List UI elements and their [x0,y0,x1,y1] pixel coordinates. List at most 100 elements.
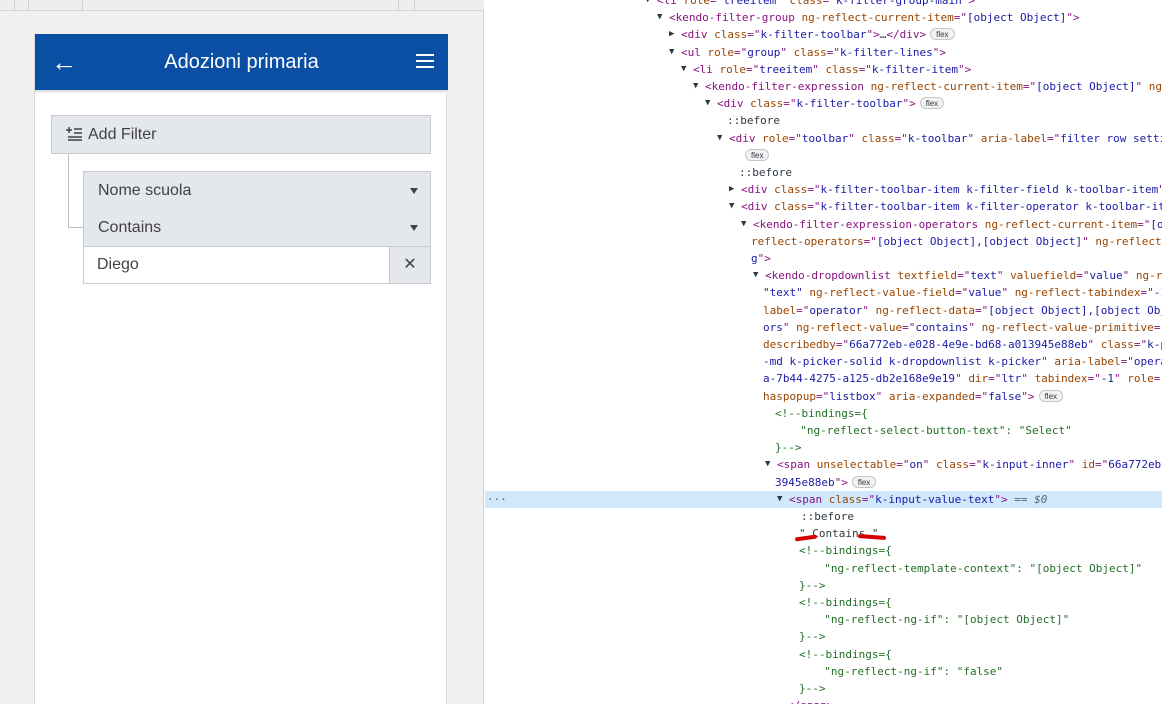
dom-node-line[interactable]: ors" ng-reflect-value="contains" ng-refl… [485,319,1162,336]
dom-node-line[interactable]: ▼ <kendo-dropdownlist textfield="text" va… [485,267,1162,284]
dom-node-line[interactable]: ▼ <span unselectable="on" class="k-input-… [485,456,1162,473]
dom-node-line[interactable]: 3945e88eb"> flex [485,474,1162,491]
dom-node-line[interactable]: a-7b44-4275-a125-db2e168e9e19" dir="ltr"… [485,370,1162,387]
dom-node-text: "ng-reflect-template-context": "[object … [811,562,1143,575]
dom-node-line[interactable]: "text" ng-reflect-value-field="value" ng… [485,284,1162,301]
dom-node-text: <!--bindings={ [799,648,892,661]
dom-node-selected[interactable]: ··· ▼ <span class="k-input-value-text"> ==… [485,491,1162,508]
dom-node-line[interactable]: g"> [485,250,1162,267]
dom-node-text: <li role="treeitem" class="k-filter-grou… [657,0,975,7]
dom-node-line[interactable]: flex [485,147,1162,164]
back-arrow-icon[interactable]: ← [51,48,77,76]
expand-triangle-icon[interactable]: ▼ [765,456,775,473]
strip-divider [398,0,399,11]
dom-node-line[interactable]: <!--bindings={ [485,542,1162,559]
collapse-triangle-icon[interactable]: ▶ [669,26,679,43]
operator-dropdown-value: Contains [98,219,162,236]
flex-badge[interactable]: flex [919,97,945,109]
dom-node-line[interactable]: describedby="66a772eb-e028-4e9e-bd68-a01… [485,336,1162,353]
dom-node-line[interactable]: "ng-reflect-select-button-text": "Select… [485,422,1162,439]
dom-node-line[interactable]: haspopup="listbox" aria-expanded="false"… [485,388,1162,405]
dom-node-line[interactable]: " Contains " [485,525,1162,542]
dom-node-line[interactable]: <!--bindings={ [485,405,1162,422]
dom-node-text: flex [741,147,770,164]
operator-dropdown[interactable]: Contains [83,209,431,247]
dom-node-line[interactable]: ::before [485,112,1162,129]
tree-connector [68,227,84,228]
dom-node-line[interactable]: label="operator" ng-reflect-data="[objec… [485,302,1162,319]
dom-node-line[interactable]: }--> [485,577,1162,594]
dom-node-text: <span class="k-input-value-text"> == $0 [789,493,1048,506]
dom-node-text: <!--bindings={ [775,407,868,420]
dom-node-line[interactable]: </span> [485,697,1162,704]
dom-node-line[interactable]: -md k-picker-solid k-dropdownlist k-pick… [485,353,1162,370]
dom-node-line[interactable]: ▼ <div class="k-filter-toolbar-item k-fil… [485,198,1162,215]
flex-badge[interactable]: flex [745,149,770,161]
dom-node-line[interactable]: ▶ <div class="k-filter-toolbar">…</div> fl… [485,26,1162,43]
dom-node-text: "text" ng-reflect-value-field="value" ng… [763,286,1162,299]
expand-triangle-icon[interactable]: ▼ [645,0,655,9]
flex-badge[interactable]: flex [1038,390,1064,402]
expand-triangle-icon[interactable]: ▼ [693,78,703,95]
expand-triangle-icon[interactable]: ▼ [717,130,727,147]
dom-node-text: ::before [739,166,792,179]
expand-triangle-icon[interactable]: ▼ [669,44,679,61]
dom-node-text: <div class="k-filter-toolbar">…</div> fle… [681,26,955,43]
dom-node-line[interactable]: ▼ <kendo-filter-expression-operators ng-r… [485,216,1162,233]
top-browser-strip [0,0,484,11]
dom-node-line[interactable]: ▶ <div class="k-filter-toolbar-item k-fil… [485,181,1162,198]
expand-triangle-icon[interactable]: ▼ [657,9,667,26]
expand-triangle-icon[interactable]: ▼ [681,61,691,78]
dom-node-line[interactable]: ▼ <li role="treeitem" class="k-filter-ite… [485,61,1162,78]
dom-node-text: <kendo-filter-group ng-reflect-current-i… [669,11,1080,24]
dom-node-line[interactable]: ▼ <div role="toolbar" class="k-toolbar" a… [485,130,1162,147]
expand-triangle-icon[interactable]: ▼ [777,491,787,508]
expand-triangle-icon[interactable]: ▼ [729,198,739,215]
expand-triangle-icon[interactable]: ▼ [705,95,715,112]
collapse-triangle-icon[interactable]: ▶ [729,181,739,198]
dom-node-line[interactable]: ::before [485,508,1162,525]
dom-node-text: }--> [775,441,802,454]
more-options-icon[interactable]: ··· [487,491,507,508]
add-filter-button[interactable]: Add Filter [51,115,431,154]
dom-node-line[interactable]: ▼ <ul role="group" class="k-filter-lines"… [485,44,1162,61]
remove-filter-icon[interactable]: ✕ [390,246,431,284]
field-dropdown-value: Nome scuola [98,182,192,199]
dom-node-line[interactable]: <!--bindings={ [485,594,1162,611]
dom-node-line[interactable]: ▼ <li role="treeitem" class="k-filter-gro… [485,0,1162,9]
dom-node-line[interactable]: }--> [485,439,1162,456]
flex-badge[interactable]: flex [930,28,955,40]
dom-node-line[interactable]: reflect-operators="[object Object],[obje… [485,233,1162,250]
devtools-elements-panel: ▼ <li role="treeitem" class="k-filter-gro… [485,0,1162,704]
dom-node-text: <span unselectable="on" class="k-input-i… [777,458,1162,471]
dom-node-line[interactable]: ::before [485,164,1162,181]
strip-divider [28,0,29,11]
dom-node-line[interactable]: "ng-reflect-ng-if": "false" [485,663,1162,680]
dom-node-text: <kendo-filter-expression ng-reflect-curr… [705,80,1162,93]
flex-badge[interactable]: flex [851,476,877,488]
hamburger-menu-icon[interactable] [416,54,434,70]
dom-node-line[interactable]: }--> [485,628,1162,645]
expand-triangle-icon[interactable]: ▼ [741,216,751,233]
expand-triangle-icon[interactable]: ▼ [753,267,763,284]
dom-node-line[interactable]: ▼ <kendo-filter-group ng-reflect-current-… [485,9,1162,26]
dom-node-line[interactable]: ▼ <div class="k-filter-toolbar"> flex [485,95,1162,112]
page-title: Adozioni primaria [164,51,319,73]
dom-node-line[interactable]: "ng-reflect-template-context": "[object … [485,560,1162,577]
dom-node-line[interactable]: "ng-reflect-ng-if": "[object Object]" [485,611,1162,628]
dom-node-text: <div class="k-filter-toolbar"> flex [717,95,945,112]
add-filter-icon [66,127,82,141]
dom-node-text: describedby="66a772eb-e028-4e9e-bd68-a01… [763,338,1162,351]
caret-down-icon [410,225,418,231]
filter-value-input[interactable] [83,246,390,284]
caret-down-icon [410,188,418,194]
dom-node-text: <div role="toolbar" class="k-toolbar" ar… [729,132,1162,145]
dom-node-text: <div class="k-filter-toolbar-item k-filt… [741,183,1162,196]
field-dropdown[interactable]: Nome scuola [83,171,431,209]
dom-node-text: "ng-reflect-ng-if": "false" [811,665,1004,678]
dom-node-text: reflect-operators="[object Object],[obje… [751,235,1162,248]
dom-node-line[interactable]: }--> [485,680,1162,697]
dom-node-line[interactable]: <!--bindings={ [485,646,1162,663]
dom-node-line[interactable]: ▼ <kendo-filter-expression ng-reflect-cur… [485,78,1162,95]
dom-node-text: g"> [751,252,771,265]
